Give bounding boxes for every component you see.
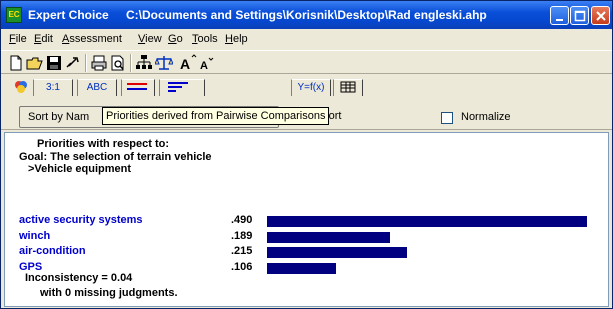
color-palette-icon xyxy=(15,81,27,93)
menu-help[interactable]: Help xyxy=(225,33,248,45)
menu-assessment[interactable]: Assessment xyxy=(62,33,122,45)
node-text: >Vehicle equipment xyxy=(28,163,132,175)
new-file-icon[interactable] xyxy=(7,54,25,72)
print-preview-icon[interactable] xyxy=(109,54,127,72)
window-file-path: C:\Documents and Settings\Korisnik\Deskt… xyxy=(126,8,487,22)
open-folder-icon[interactable] xyxy=(26,54,44,72)
menu-tools[interactable]: Tools xyxy=(192,33,218,45)
priority-bar xyxy=(267,216,587,227)
grid-icon xyxy=(340,81,356,93)
expert-choice-app-icon[interactable]: EC xyxy=(6,7,22,23)
tooltip: Priorities derived from Pairwise Compari… xyxy=(102,107,330,125)
minimize-icon xyxy=(556,19,563,21)
maximize-icon xyxy=(574,10,586,22)
tab-ratio[interactable]: 3:1 xyxy=(33,79,73,96)
criterion-label: GPS xyxy=(19,260,43,273)
balance-icon[interactable] xyxy=(154,54,174,72)
sort-label: Sort by Nam xyxy=(28,111,90,123)
close-button[interactable] xyxy=(591,6,610,25)
toolbar-separator xyxy=(85,54,87,72)
minimize-button[interactable] xyxy=(550,6,569,25)
toolbar-separator xyxy=(130,54,132,72)
menu-edit[interactable]: Edit xyxy=(34,33,53,45)
svg-text:A: A xyxy=(180,56,190,72)
maximize-button[interactable] xyxy=(570,6,589,25)
app-window: EC Expert Choice C:\Documents and Settin… xyxy=(0,0,613,309)
font-larger-icon[interactable]: A xyxy=(179,54,197,72)
window-app-name: Expert Choice xyxy=(28,8,109,22)
missing-judgments-text: with 0 missing judgments. xyxy=(40,287,178,299)
menu-file[interactable]: File xyxy=(9,33,27,45)
tab-formula[interactable]: Y=f(x) xyxy=(291,79,331,96)
hierarchy-icon[interactable] xyxy=(135,54,153,72)
close-icon xyxy=(596,11,606,21)
tab-sort-lines[interactable] xyxy=(159,79,205,96)
menu-bar: File Edit Assessment View Go Tools Help xyxy=(1,29,612,49)
svg-text:A: A xyxy=(200,60,208,72)
priority-value: .106 xyxy=(231,260,253,273)
sort-lines-icon xyxy=(168,82,188,92)
priority-value: .189 xyxy=(231,229,253,242)
options-bar: Sort by Nam Unsort Priorities derived fr… xyxy=(1,100,612,130)
goal-text: Goal: The selection of terrain vehicle xyxy=(19,151,212,163)
normalize-label[interactable]: Normalize xyxy=(461,111,511,123)
font-smaller-icon[interactable]: A xyxy=(198,54,216,72)
priority-bar xyxy=(267,247,407,258)
title-bar[interactable]: EC Expert Choice C:\Documents and Settin… xyxy=(1,1,612,29)
toolbar: A A xyxy=(1,50,612,74)
menu-view[interactable]: View xyxy=(138,33,162,45)
priorities-heading: Priorities with respect to: xyxy=(37,138,170,150)
link-icon[interactable] xyxy=(64,54,82,72)
priority-bar xyxy=(267,231,390,243)
tab-abc[interactable]: ABC xyxy=(77,79,117,96)
save-icon[interactable] xyxy=(45,54,63,72)
criterion-label: winch xyxy=(19,229,51,242)
inconsistency-text: Inconsistency = 0.04 xyxy=(25,272,133,284)
menu-go[interactable]: Go xyxy=(168,33,183,45)
criterion-label: air-condition xyxy=(19,245,86,257)
criterion-label: active security systems xyxy=(19,214,143,226)
priorities-panel: Priorities with respect to: Goal: The se… xyxy=(4,132,609,307)
priority-value: .490 xyxy=(231,214,253,226)
color-lines-icon xyxy=(127,83,147,90)
colors-tab[interactable] xyxy=(13,79,29,96)
view-tab-bar: 3:1 ABC Y=f(x) xyxy=(1,76,612,98)
tab-color-lines[interactable] xyxy=(121,79,155,96)
print-icon[interactable] xyxy=(90,54,108,72)
tab-grid[interactable] xyxy=(333,79,363,96)
priority-bar xyxy=(267,262,336,274)
priority-value: .215 xyxy=(231,245,253,257)
normalize-checkbox[interactable] xyxy=(441,112,453,124)
